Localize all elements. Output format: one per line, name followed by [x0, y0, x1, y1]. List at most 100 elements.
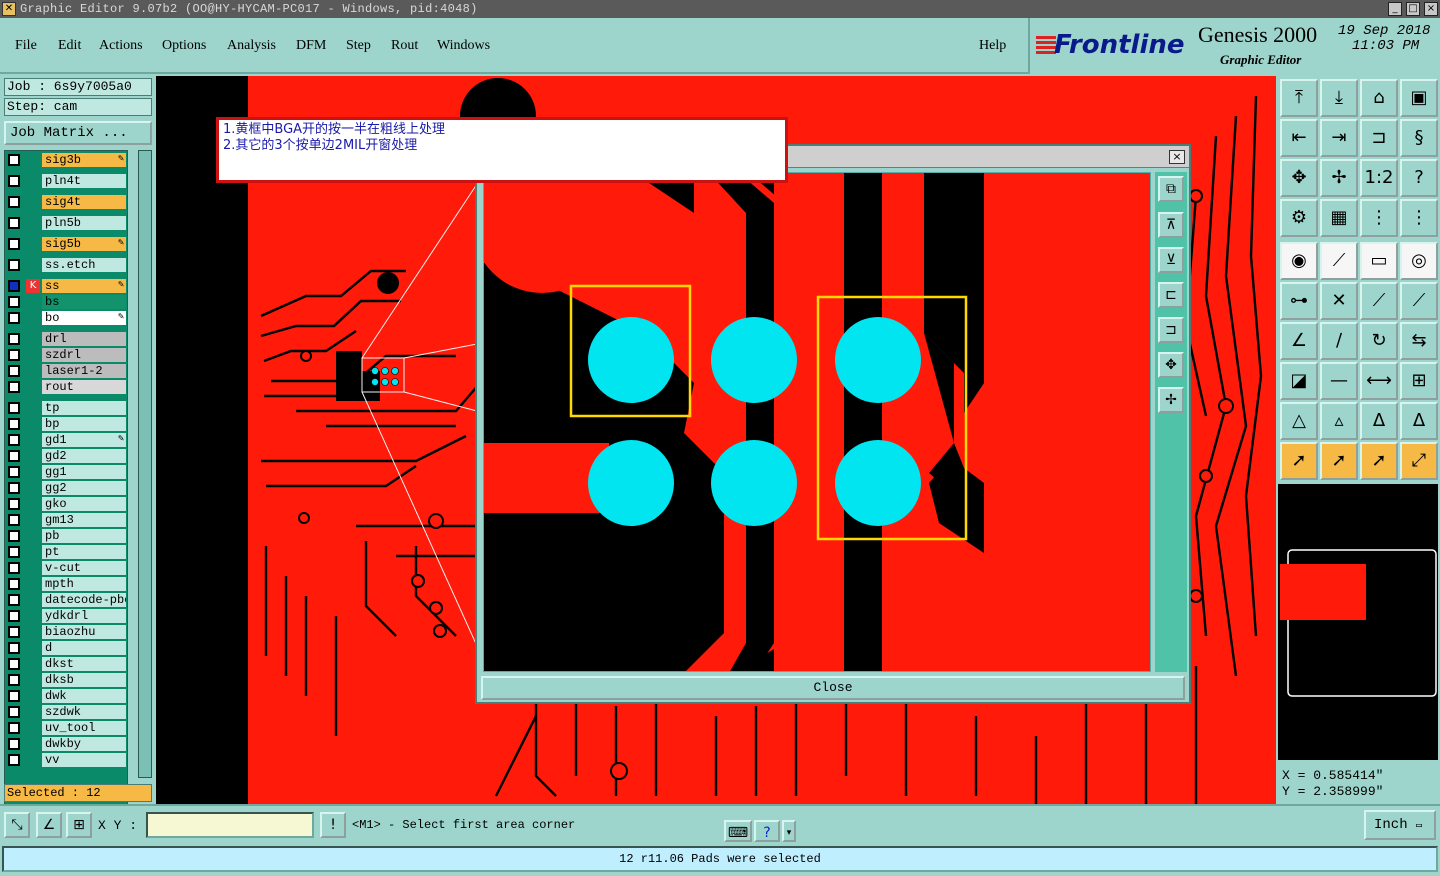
layer-name[interactable]: biaozhu	[42, 625, 126, 639]
layer-name[interactable]: dwk	[42, 689, 126, 703]
layer-row[interactable]: gd2	[8, 449, 126, 463]
arc-icon[interactable]: ↻	[1360, 322, 1398, 360]
zoom-in-icon[interactable]: ✥	[1158, 352, 1184, 378]
layer-checkbox[interactable]	[8, 690, 20, 702]
layer-name[interactable]: tp	[42, 401, 126, 415]
layer-name[interactable]: drl	[42, 332, 126, 346]
zoom-left-icon[interactable]: ⊏	[1158, 282, 1184, 308]
layer-checkbox[interactable]	[8, 546, 20, 558]
layer-checkbox[interactable]	[8, 381, 20, 393]
layer-name[interactable]: gd2	[42, 449, 126, 463]
swap-icon[interactable]: §	[1400, 119, 1438, 157]
zoom-view[interactable]	[483, 172, 1151, 672]
xy-input[interactable]	[146, 812, 314, 838]
delta-icon[interactable]: Δ	[1360, 402, 1398, 440]
layer-row[interactable]: sig3b ✎	[8, 153, 126, 167]
layer-checkbox[interactable]	[8, 349, 20, 361]
pointer-select-icon[interactable]: ➚	[1360, 442, 1398, 480]
measure-icon[interactable]: ⟋	[1320, 242, 1358, 280]
layer-name[interactable]: laser1-2	[42, 364, 126, 378]
mirror-icon[interactable]: ⊐	[1360, 119, 1398, 157]
route-icon[interactable]: ⤢	[1400, 442, 1438, 480]
layer-name[interactable]: szdwk	[42, 705, 126, 719]
menu-edit[interactable]: Edit	[58, 38, 81, 54]
layer-name[interactable]: pln5b	[42, 216, 126, 230]
maximize-button[interactable]: □	[1406, 2, 1420, 16]
layer-name[interactable]: bp	[42, 417, 126, 431]
layer-checkbox[interactable]	[8, 674, 20, 686]
layer-name[interactable]: sig4t	[42, 195, 126, 209]
menu-rout[interactable]: Rout	[391, 38, 418, 54]
delta-alt-icon[interactable]: Δ	[1400, 402, 1438, 440]
menu-step[interactable]: Step	[346, 38, 371, 54]
layer-name[interactable]: sig5b ✎	[42, 237, 126, 251]
layer-name[interactable]: gg2	[42, 481, 126, 495]
pan-left-icon[interactable]: ⇤	[1280, 119, 1318, 157]
layer-checkbox[interactable]	[8, 365, 20, 377]
layer-checkbox[interactable]	[8, 482, 20, 494]
layer-row[interactable]: ydkdrl	[8, 609, 126, 623]
layer-checkbox[interactable]	[8, 196, 20, 208]
layer-row[interactable]: bo ✎	[8, 311, 126, 325]
chevron-down-icon[interactable]: ▾	[782, 820, 796, 842]
overview-map[interactable]	[1278, 484, 1438, 760]
layer-checkbox[interactable]	[8, 722, 20, 734]
layer-name[interactable]: pb	[42, 529, 126, 543]
layer-checkbox[interactable]	[8, 658, 20, 670]
layer-row[interactable]: gko	[8, 497, 126, 511]
layer-row[interactable]: sig4t	[8, 195, 126, 209]
layer-checkbox[interactable]	[8, 238, 20, 250]
layer-name[interactable]: bs	[42, 295, 126, 309]
layer-name[interactable]: gm13	[42, 513, 126, 527]
grid-mode-icon[interactable]: ⊞	[66, 812, 92, 838]
menu-actions[interactable]: Actions	[99, 38, 143, 54]
group-icon[interactable]: ⊞	[1400, 362, 1438, 400]
triangle-alt-icon[interactable]: ▵	[1320, 402, 1358, 440]
pointer-box-icon[interactable]: ➚	[1320, 442, 1358, 480]
layer-row[interactable]: dwkby	[8, 737, 126, 751]
layer-checkbox[interactable]	[8, 754, 20, 766]
pad-node-icon[interactable]: ◪	[1280, 362, 1318, 400]
layer-row[interactable]: pt	[8, 545, 126, 559]
zoom-up-icon[interactable]: ⊼	[1158, 212, 1184, 238]
line-icon[interactable]: —	[1320, 362, 1358, 400]
layer-checkbox[interactable]	[8, 259, 20, 271]
layer-row[interactable]: dksb	[8, 673, 126, 687]
layer-name[interactable]: pt	[42, 545, 126, 559]
layer-row[interactable]: pln5b	[8, 216, 126, 230]
layer-name[interactable]: ydkdrl	[42, 609, 126, 623]
dimension-icon[interactable]: ⟷	[1360, 362, 1398, 400]
layer-name[interactable]: dwkby	[42, 737, 126, 751]
menu-analysis[interactable]: Analysis	[227, 38, 276, 54]
layer-checkbox[interactable]	[8, 626, 20, 638]
settings-icon[interactable]: ⚙	[1280, 199, 1318, 237]
layer-checkbox[interactable]	[8, 217, 20, 229]
layer-name[interactable]: pln4t	[42, 174, 126, 188]
layer-name[interactable]: uv_tool	[42, 721, 126, 735]
close-button[interactable]: Close	[481, 676, 1185, 700]
triangle-icon[interactable]: △	[1280, 402, 1318, 440]
layer-checkbox[interactable]	[8, 562, 20, 574]
layer-row[interactable]: szdwk	[8, 705, 126, 719]
layer-checkbox[interactable]	[8, 296, 20, 308]
layer-row[interactable]: Kss ✎	[8, 279, 126, 293]
layer-row[interactable]: ss.etch	[8, 258, 126, 272]
line-node-alt-icon[interactable]: ⟋	[1400, 282, 1438, 320]
layer-name[interactable]: dkst	[42, 657, 126, 671]
layer-checkbox[interactable]	[8, 530, 20, 542]
pointer-icon[interactable]: ➚	[1280, 442, 1318, 480]
layer-row[interactable]: gg1	[8, 465, 126, 479]
layer-checkbox[interactable]	[8, 610, 20, 622]
layer-row[interactable]: uv_tool	[8, 721, 126, 735]
layer-row[interactable]: bs	[8, 295, 126, 309]
layer-row[interactable]: rout	[8, 380, 126, 394]
layer-name[interactable]: datecode-pbe	[42, 593, 126, 607]
home-up-icon[interactable]: ⤒	[1280, 79, 1318, 117]
layer-name[interactable]: gko	[42, 497, 126, 511]
layer-checkbox[interactable]	[8, 418, 20, 430]
layer-checkbox[interactable]	[8, 175, 20, 187]
layer-row[interactable]: bp	[8, 417, 126, 431]
split-icon[interactable]: ⇆	[1400, 322, 1438, 360]
layer-name[interactable]: gd1 ✎	[42, 433, 126, 447]
layer-checkbox[interactable]	[8, 466, 20, 478]
